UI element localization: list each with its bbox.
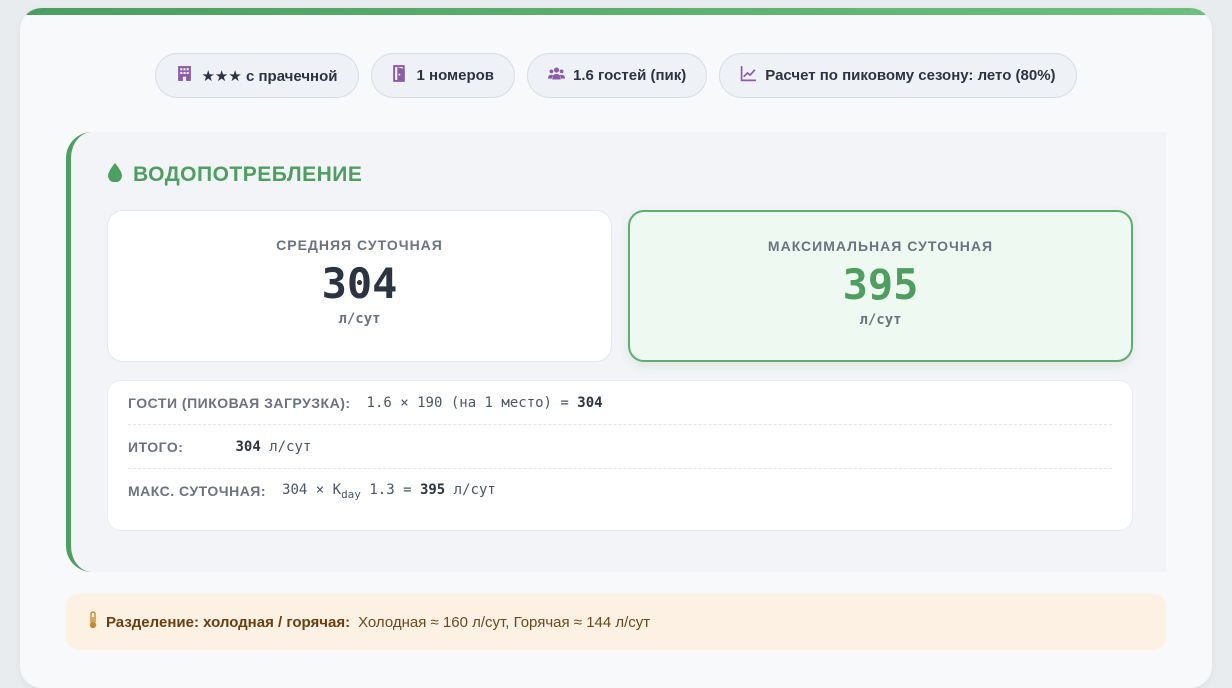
summary-chips: ★★★ с прачечной 1 номеров 1.6 гостей (пи…: [20, 53, 1212, 98]
avg-daily-card: СРЕДНЯЯ СУТОЧНАЯ 304 л/сут: [107, 210, 612, 362]
avg-daily-label: СРЕДНЯЯ СУТОЧНАЯ: [276, 237, 443, 253]
calc-label: ГОСТИ (ПИКОВАЯ ЗАГРУЗКА):: [128, 394, 351, 411]
calc-formula: 304 л/сут: [235, 438, 312, 455]
water-consumption-section: ВОДОПОТРЕБЛЕНИЕ СРЕДНЯЯ СУТОЧНАЯ 304 л/с…: [66, 132, 1166, 572]
section-title: ВОДОПОТРЕБЛЕНИЕ: [107, 162, 362, 188]
thermometer-icon: [88, 611, 98, 633]
hotel-icon: [176, 65, 193, 86]
chip-label: ★★★ с прачечной: [201, 67, 338, 85]
max-daily-unit: л/сут: [859, 312, 902, 329]
calc-row-total: ИТОГО: 304 л/сут: [128, 425, 1112, 469]
water-drop-icon: [107, 162, 123, 188]
chip-guests: 1.6 гостей (пик): [527, 53, 708, 98]
calc-row-max: МАКС. СУТОЧНАЯ: 304 × Kday 1.3 = 395 л/с…: [128, 469, 1112, 513]
calc-row-guests: ГОСТИ (ПИКОВАЯ ЗАГРУЗКА): 1.6 × 190 (на …: [128, 381, 1112, 425]
chip-season: Расчет по пиковому сезону: лето (80%): [719, 53, 1077, 98]
door-icon: [392, 65, 409, 86]
calc-label: МАКС. СУТОЧНАЯ:: [128, 483, 267, 499]
chip-rooms: 1 номеров: [370, 53, 516, 98]
calc-label: ИТОГО:: [128, 438, 184, 455]
chip-label: Расчет по пиковому сезону: лето (80%): [765, 67, 1056, 84]
max-daily-label: МАКСИМАЛЬНАЯ СУТОЧНАЯ: [767, 238, 994, 254]
chart-icon: [740, 65, 757, 86]
chip-hotel-class: ★★★ с прачечной: [155, 53, 359, 98]
chip-label: 1 номеров: [416, 67, 495, 84]
split-text: Холодная ≈ 160 л/сут, Горячая ≈ 144 л/су…: [358, 613, 651, 631]
calculation-breakdown: ГОСТИ (ПИКОВАЯ ЗАГРУЗКА): 1.6 × 190 (на …: [107, 380, 1133, 531]
top-accent-bar: [20, 8, 1212, 15]
avg-daily-value: 304: [321, 259, 398, 308]
calc-formula: 1.6 × 190 (на 1 место) = 304: [366, 394, 603, 411]
split-label: Разделение: холодная / горячая:: [106, 613, 351, 631]
chip-label: 1.6 гостей (пик): [573, 67, 687, 84]
hot-cold-split-note: Разделение: холодная / горячая: Холодная…: [66, 594, 1166, 650]
avg-daily-unit: л/сут: [338, 311, 381, 328]
water-calc-card: ★★★ с прачечной 1 номеров 1.6 гостей (пи…: [20, 8, 1212, 688]
max-daily-card: МАКСИМАЛЬНАЯ СУТОЧНАЯ 395 л/сут: [628, 210, 1133, 362]
users-icon: [548, 65, 566, 86]
calc-formula: 304 × Kday 1.3 = 395 л/сут: [282, 481, 496, 501]
max-daily-value: 395: [842, 260, 919, 309]
section-title-text: ВОДОПОТРЕБЛЕНИЕ: [133, 163, 363, 186]
